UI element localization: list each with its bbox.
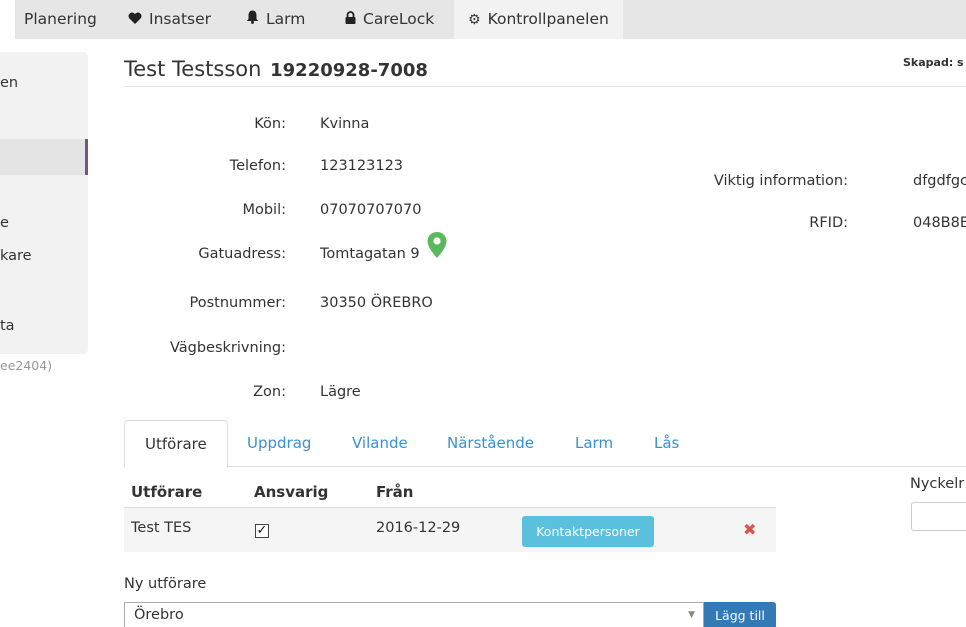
- map-pin-icon[interactable]: [426, 231, 448, 259]
- nyckel-input[interactable]: [911, 502, 966, 531]
- vagbeskrivning-label: Vägbeskrivning:: [169, 340, 286, 356]
- column-header-fran: Från: [376, 483, 414, 501]
- nav-item-carelock[interactable]: CareLock: [345, 0, 434, 39]
- sidebar-item-active[interactable]: [0, 139, 88, 175]
- cogs-icon: ⚙: [468, 12, 481, 28]
- lock-icon: [345, 1, 356, 40]
- zon-value: Lägre: [320, 384, 361, 400]
- mobil-label: Mobil:: [242, 202, 286, 218]
- nav-label: Planering: [24, 10, 97, 28]
- rfid-label: RFID:: [809, 215, 848, 231]
- utforare-select[interactable]: Örebro ▼: [124, 602, 704, 627]
- bell-icon: [246, 1, 259, 40]
- gatuadress-value: Tomtagatan 9: [320, 246, 420, 262]
- postnummer-value: 30350 ÖREBRO: [320, 295, 433, 311]
- zon-label: Zon:: [253, 384, 286, 400]
- header-divider: [124, 86, 966, 87]
- page-title: Test Testsson 19220928-7008: [124, 57, 428, 81]
- tab-narstaende[interactable]: Närstående: [447, 420, 534, 467]
- rfid-value: 048B8E: [913, 215, 966, 231]
- gatuadress-label: Gatuadress:: [198, 246, 286, 262]
- tab-uppdrag[interactable]: Uppdrag: [247, 420, 311, 467]
- ny-utforare-label: Ny utförare: [124, 576, 207, 592]
- nav-label: Kontrollpanelen: [487, 10, 609, 28]
- row-fran: 2016-12-29: [376, 520, 461, 536]
- nav-item-larm[interactable]: Larm: [246, 0, 305, 39]
- sidebar-item-label[interactable]: kare: [0, 248, 32, 264]
- row-utforare: Test TES: [131, 520, 192, 536]
- nav-item-planering[interactable]: Planering: [24, 0, 97, 39]
- select-value: Örebro: [134, 607, 184, 623]
- column-header-ansvarig: Ansvarig: [254, 483, 329, 501]
- tab-utforare[interactable]: Utförare: [124, 420, 228, 468]
- kon-label: Kön:: [254, 116, 286, 132]
- postnummer-label: Postnummer:: [189, 295, 286, 311]
- viktig-information-value: dfgdfgc: [913, 173, 966, 189]
- sidebar-item-label[interactable]: ta: [0, 318, 15, 334]
- top-navigation-edge: [0, 0, 15, 39]
- client-name: Test Testsson: [124, 57, 262, 81]
- viktig-information-label: Viktig information:: [713, 173, 848, 189]
- kon-value: Kvinna: [320, 116, 370, 132]
- tab-las[interactable]: Lås: [654, 420, 679, 467]
- sidebar-item-label[interactable]: en: [0, 75, 18, 91]
- nav-label: CareLock: [363, 10, 435, 28]
- ansvarig-checkbox[interactable]: ✓: [255, 524, 269, 538]
- personnummer: 19220928-7008: [270, 60, 428, 81]
- telefon-value: 123123123: [320, 158, 404, 174]
- tab-vilande[interactable]: Vilande: [352, 420, 408, 467]
- lagg-till-button[interactable]: Lägg till: [704, 602, 776, 627]
- tab-larm[interactable]: Larm: [575, 420, 613, 467]
- nav-label: Larm: [266, 10, 306, 28]
- tab-bar: Utförare Uppdrag Vilande Närstående Larm…: [124, 420, 966, 468]
- sidebar: [0, 52, 88, 354]
- sidebar-item-label[interactable]: e: [0, 215, 9, 231]
- created-label: Skapad: s: [903, 56, 964, 69]
- sidebar-footer-text: ee2404): [0, 358, 53, 373]
- heart-icon: [128, 1, 142, 40]
- nyckel-label: Nyckelr: [910, 476, 965, 492]
- telefon-label: Telefon:: [229, 158, 286, 174]
- mobil-value: 07070707070: [320, 202, 422, 218]
- nav-item-insatser[interactable]: Insatser: [128, 0, 211, 39]
- caret-down-icon: ▼: [688, 610, 695, 620]
- kontaktpersoner-button[interactable]: Kontaktpersoner: [522, 516, 654, 547]
- delete-icon[interactable]: ✖: [743, 520, 756, 539]
- nav-item-kontrollpanelen[interactable]: ⚙ Kontrollpanelen: [454, 0, 623, 39]
- nav-label: Insatser: [149, 10, 212, 28]
- column-header-utforare: Utförare: [131, 483, 203, 501]
